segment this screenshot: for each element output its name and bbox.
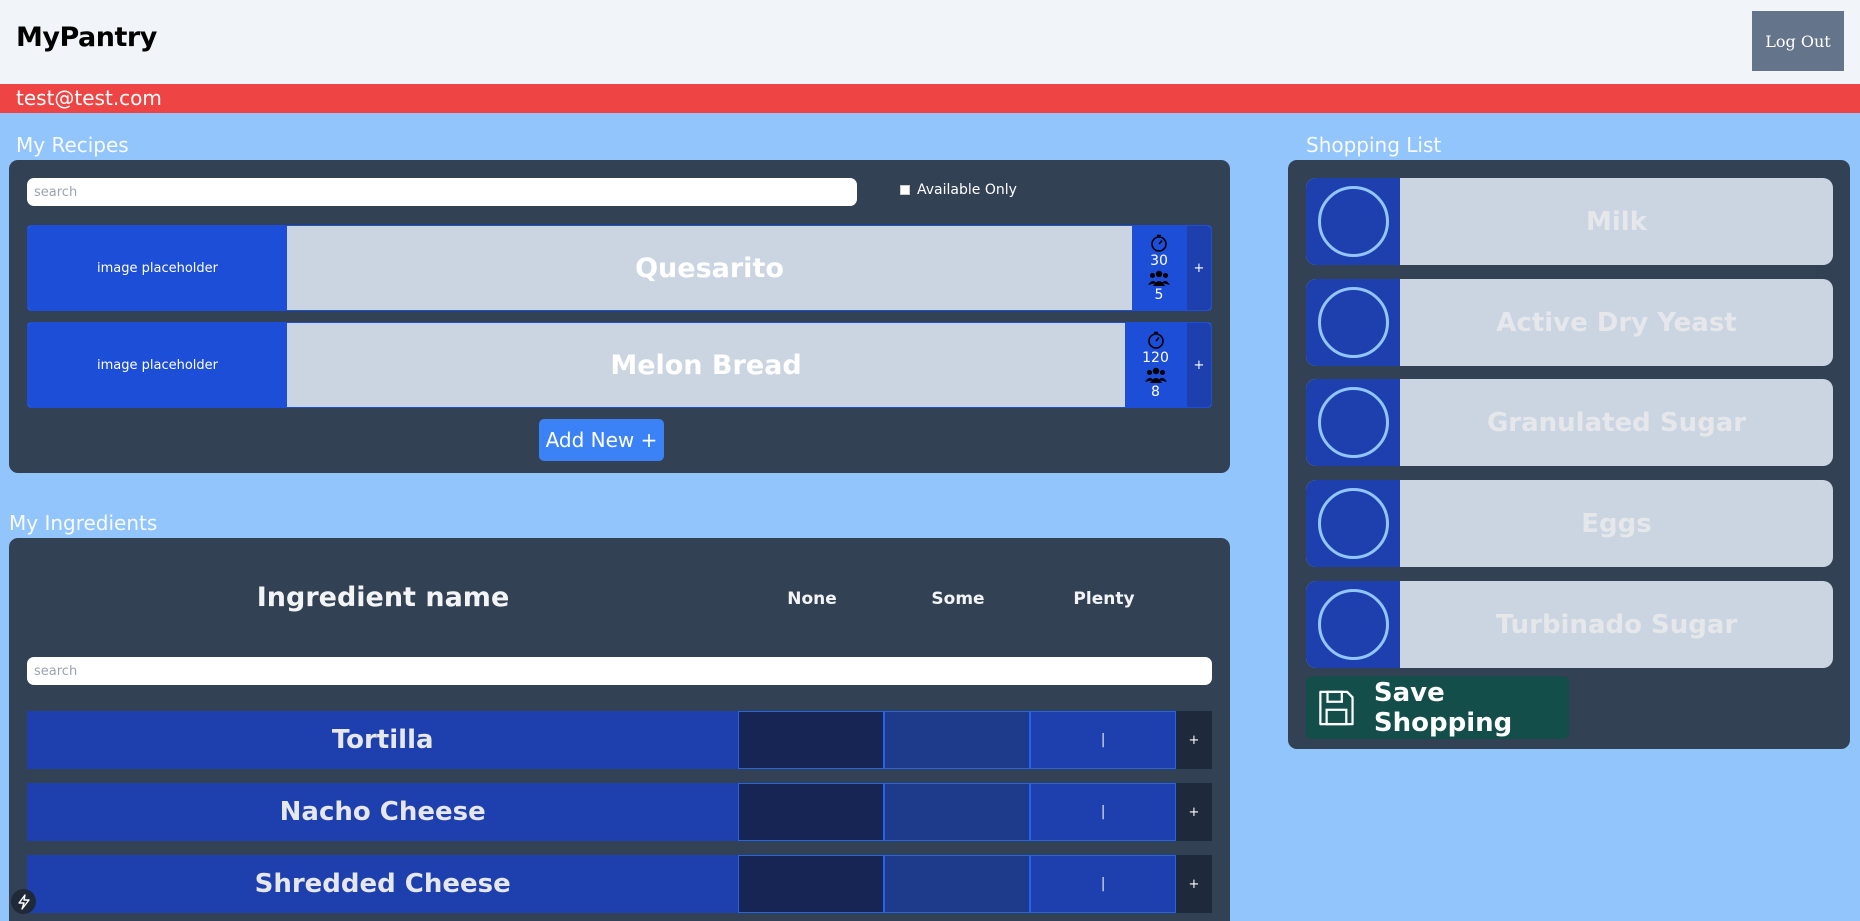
shopping-item-name: Milk: [1586, 206, 1647, 237]
level-some-button[interactable]: [884, 783, 1031, 841]
ingredient-name: Nacho Cheese: [27, 783, 739, 841]
recipe-stats: 120 8: [1125, 323, 1186, 407]
recipe-stats: 30 5: [1132, 226, 1186, 310]
shopping-item-name: Eggs: [1581, 508, 1652, 539]
shopping-heading: Shopping List: [1306, 133, 1442, 157]
level-none-button[interactable]: [738, 855, 885, 913]
ingredient-add-button[interactable]: +: [1176, 855, 1212, 913]
save-shopping-label: Save Shopping: [1373, 677, 1513, 738]
ingredients-heading: My Ingredients: [9, 511, 158, 535]
ingredient-add-button[interactable]: +: [1176, 783, 1212, 841]
shopping-item[interactable]: Milk: [1306, 178, 1833, 265]
level-plenty-button[interactable]: |: [1030, 711, 1177, 769]
user-bar: test@test.com: [0, 84, 1860, 113]
ingredient-row: Shredded Cheese | +: [27, 855, 1212, 913]
top-header: MyPantry Log Out: [0, 0, 1860, 84]
users-icon: [1148, 270, 1170, 286]
shopping-item-check[interactable]: [1306, 279, 1400, 366]
recipe-servings: 5: [1154, 286, 1164, 303]
circle-checkbox-icon: [1317, 186, 1389, 257]
ingredient-add-button[interactable]: +: [1176, 711, 1212, 769]
recipe-card[interactable]: image placeholder Melon Bread 120 8 +: [27, 322, 1212, 408]
recipe-search-input[interactable]: [27, 178, 857, 206]
ingredient-name: Tortilla: [27, 711, 739, 769]
timer-icon: [1151, 234, 1167, 252]
recipe-time: 30: [1150, 252, 1168, 269]
available-only-label: Available Only: [917, 182, 1017, 198]
circle-checkbox-icon: [1317, 287, 1389, 358]
level-some-button[interactable]: [884, 711, 1031, 769]
ingredient-search-input[interactable]: [27, 657, 1212, 685]
some-header: Some: [931, 589, 985, 609]
save-shopping-button[interactable]: Save Shopping: [1306, 676, 1569, 739]
shopping-item-name: Granulated Sugar: [1486, 407, 1747, 438]
ingredient-name: Shredded Cheese: [27, 855, 739, 913]
shopping-item-name: Turbinado Sugar: [1495, 609, 1738, 640]
shopping-item[interactable]: Granulated Sugar: [1306, 379, 1833, 466]
app-title: MyPantry: [16, 22, 157, 53]
recipe-image: image placeholder: [28, 226, 287, 310]
recipe-card[interactable]: image placeholder Quesarito 30 5 +: [27, 225, 1212, 311]
ingredient-name-header: Ingredient name: [256, 582, 510, 613]
shopping-item[interactable]: Eggs: [1306, 480, 1833, 567]
circle-checkbox-icon: [1317, 387, 1389, 458]
recipe-name[interactable]: Melon Bread: [287, 323, 1125, 407]
shopping-item-name: Active Dry Yeast: [1496, 307, 1737, 338]
recipe-servings: 8: [1151, 383, 1160, 400]
recipe-image: image placeholder: [28, 323, 287, 407]
users-icon: [1144, 367, 1167, 383]
circle-checkbox-icon: [1317, 589, 1389, 660]
level-plenty-button[interactable]: |: [1030, 783, 1177, 841]
level-none-button[interactable]: [738, 783, 885, 841]
add-new-recipe-button[interactable]: Add New +: [539, 419, 664, 461]
level-plenty-button[interactable]: |: [1030, 855, 1177, 913]
shopping-item[interactable]: Active Dry Yeast: [1306, 279, 1833, 366]
ingredient-row: Tortilla | +: [27, 711, 1212, 769]
shopping-item-check[interactable]: [1306, 178, 1400, 265]
recipe-name[interactable]: Quesarito: [287, 226, 1132, 310]
plenty-header: Plenty: [1073, 589, 1135, 609]
shopping-item-check[interactable]: [1306, 379, 1400, 466]
none-header: None: [787, 589, 837, 609]
recipes-heading: My Recipes: [16, 133, 129, 157]
recipe-time: 120: [1142, 349, 1169, 366]
level-none-button[interactable]: [738, 711, 885, 769]
available-only-checkbox[interactable]: [900, 185, 910, 195]
available-only-toggle[interactable]: Available Only: [900, 182, 1017, 198]
lightning-icon[interactable]: [11, 889, 36, 914]
shopping-item-check[interactable]: [1306, 480, 1400, 567]
recipe-add-button[interactable]: +: [1186, 226, 1211, 310]
user-email: test@test.com: [16, 86, 162, 110]
circle-checkbox-icon: [1317, 488, 1389, 559]
timer-icon: [1147, 331, 1164, 349]
recipe-add-button[interactable]: +: [1186, 323, 1211, 407]
logout-button[interactable]: Log Out: [1752, 11, 1844, 71]
shopping-item-check[interactable]: [1306, 581, 1400, 668]
level-some-button[interactable]: [884, 855, 1031, 913]
floppy-disk-icon: [1319, 690, 1354, 725]
ingredient-row: Nacho Cheese | +: [27, 783, 1212, 841]
shopping-item[interactable]: Turbinado Sugar: [1306, 581, 1833, 668]
